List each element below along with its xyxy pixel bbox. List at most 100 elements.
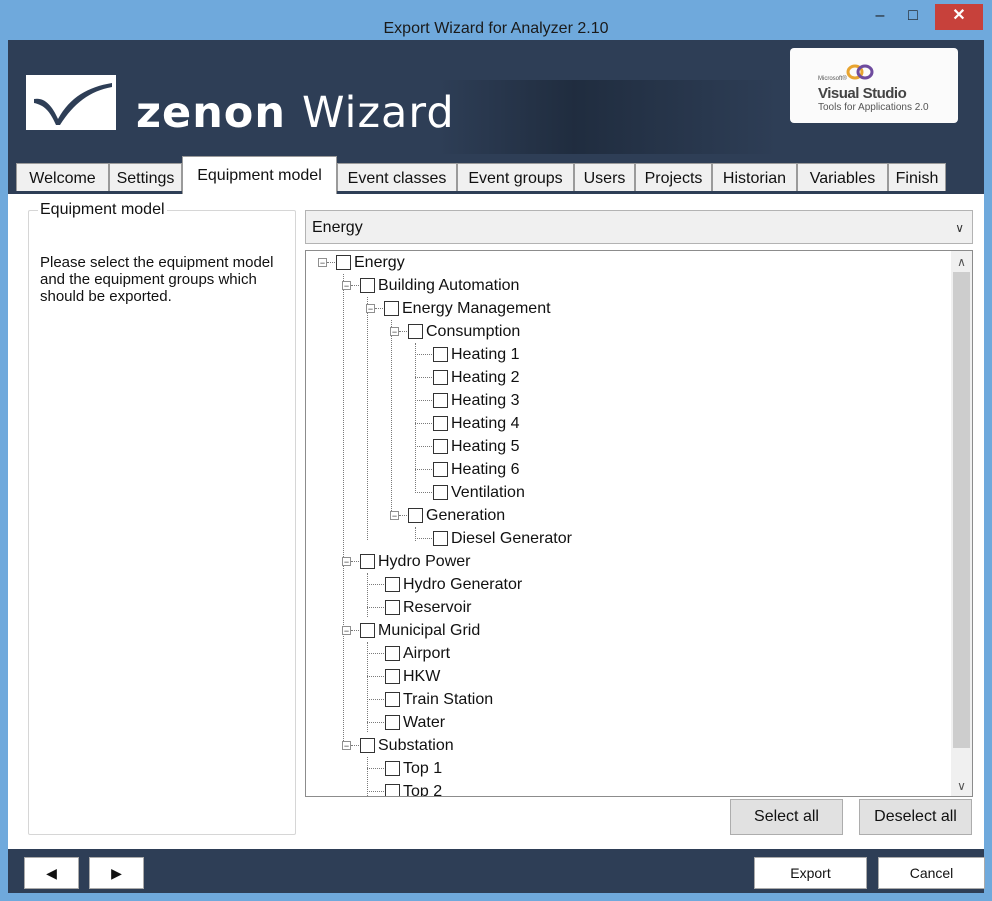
node-checkbox[interactable] — [433, 416, 448, 431]
node-checkbox[interactable] — [433, 531, 448, 546]
tab-historian[interactable]: Historian — [712, 163, 797, 191]
node-checkbox[interactable] — [360, 554, 375, 569]
equipment-model-dropdown[interactable]: Energy ∨ — [305, 210, 973, 244]
tree-node-heating-3[interactable]: Heating 3 — [306, 389, 946, 412]
close-icon: ✕ — [952, 7, 966, 24]
tree-node-heating-4[interactable]: Heating 4 — [306, 412, 946, 435]
node-checkbox[interactable] — [385, 692, 400, 707]
node-checkbox[interactable] — [408, 508, 423, 523]
node-checkbox[interactable] — [385, 600, 400, 615]
scrollbar-thumb[interactable] — [953, 272, 970, 748]
tree-connector — [375, 308, 383, 309]
tree-node-ventilation[interactable]: Ventilation — [306, 481, 946, 504]
tree-node-heating-2[interactable]: Heating 2 — [306, 366, 946, 389]
tree-node-hydro-generator[interactable]: Hydro Generator — [306, 573, 946, 596]
tree-node-energy[interactable]: − Energy — [306, 251, 946, 274]
equipment-tree[interactable]: − Energy − Building Automation − Energy … — [305, 250, 973, 797]
tab-variables[interactable]: Variables — [797, 163, 888, 191]
tree-scrollbar[interactable]: ∧ ∨ — [951, 251, 972, 796]
node-checkbox[interactable] — [360, 738, 375, 753]
node-label: Heating 6 — [451, 461, 520, 478]
tree-node-heating-5[interactable]: Heating 5 — [306, 435, 946, 458]
tree-node-heating-1[interactable]: Heating 1 — [306, 343, 946, 366]
tree-node-hydro-power[interactable]: − Hydro Power — [306, 550, 946, 573]
node-label: Top 1 — [403, 760, 443, 777]
tab-finish[interactable]: Finish — [888, 163, 946, 191]
collapse-icon[interactable]: − — [390, 327, 399, 337]
product-name-bold: zenon — [136, 88, 286, 138]
collapse-icon[interactable]: − — [390, 511, 399, 521]
node-label: Energy — [354, 254, 405, 271]
node-checkbox[interactable] — [433, 485, 448, 500]
tree-node-top-1[interactable]: Top 1 — [306, 757, 946, 780]
collapse-icon[interactable]: − — [366, 304, 375, 314]
node-checkbox[interactable] — [408, 324, 423, 339]
export-button[interactable]: Export — [754, 857, 867, 889]
tree-connector — [415, 377, 432, 378]
groupbox-description: Please select the equipment model and th… — [40, 254, 274, 305]
tab-welcome[interactable]: Welcome — [16, 163, 109, 191]
node-checkbox[interactable] — [360, 278, 375, 293]
close-button[interactable]: ✕ — [935, 4, 983, 30]
tree-connector — [415, 354, 432, 355]
minimize-button[interactable]: ‒ — [865, 4, 895, 30]
node-label: Ventilation — [451, 484, 525, 501]
tree-connector — [367, 607, 384, 608]
node-checkbox[interactable] — [384, 301, 399, 316]
select-all-button[interactable]: Select all — [730, 799, 843, 835]
tab-equipment-model[interactable]: Equipment model — [182, 156, 337, 194]
tab-event-groups[interactable]: Event groups — [457, 163, 574, 191]
tree-node-building-automation[interactable]: − Building Automation — [306, 274, 946, 297]
node-checkbox[interactable] — [433, 462, 448, 477]
node-checkbox[interactable] — [433, 439, 448, 454]
deselect-all-button[interactable]: Deselect all — [859, 799, 972, 835]
tab-settings[interactable]: Settings — [109, 163, 182, 191]
tree-connector — [367, 584, 384, 585]
node-checkbox[interactable] — [385, 715, 400, 730]
node-checkbox[interactable] — [385, 646, 400, 661]
node-checkbox[interactable] — [433, 347, 448, 362]
tree-node-municipal-grid[interactable]: − Municipal Grid — [306, 619, 946, 642]
node-checkbox[interactable] — [336, 255, 351, 270]
scroll-down-icon[interactable]: ∨ — [951, 776, 972, 796]
node-checkbox[interactable] — [385, 784, 400, 796]
maximize-icon: □ — [908, 7, 918, 24]
tree-connector — [351, 561, 359, 562]
tab-event-classes[interactable]: Event classes — [337, 163, 457, 191]
tree-node-water[interactable]: Water — [306, 711, 946, 734]
tree-connector — [415, 492, 432, 493]
tree-node-hkw[interactable]: HKW — [306, 665, 946, 688]
node-checkbox[interactable] — [433, 393, 448, 408]
node-checkbox[interactable] — [385, 761, 400, 776]
node-label: Train Station — [403, 691, 494, 708]
triangle-right-icon: ▶ — [111, 865, 122, 881]
cancel-button[interactable]: Cancel — [878, 857, 985, 889]
maximize-button[interactable]: □ — [897, 4, 929, 30]
tree-node-consumption[interactable]: − Consumption — [306, 320, 946, 343]
tree-node-airport[interactable]: Airport — [306, 642, 946, 665]
node-checkbox[interactable] — [385, 669, 400, 684]
tab-projects[interactable]: Projects — [635, 163, 712, 191]
minimize-icon: ‒ — [875, 7, 885, 24]
tree-node-diesel-generator[interactable]: Diesel Generator — [306, 527, 946, 550]
tab-users[interactable]: Users — [574, 163, 635, 191]
tree-node-top-2[interactable]: Top 2 — [306, 780, 946, 796]
tree-node-substation[interactable]: − Substation — [306, 734, 946, 757]
node-checkbox[interactable] — [385, 577, 400, 592]
collapse-icon[interactable]: − — [342, 626, 351, 636]
previous-button[interactable]: ◀ — [24, 857, 79, 889]
tree-node-train-station[interactable]: Train Station — [306, 688, 946, 711]
next-button[interactable]: ▶ — [89, 857, 144, 889]
tree-node-generation[interactable]: − Generation — [306, 504, 946, 527]
collapse-icon[interactable]: − — [342, 557, 351, 567]
tree-node-energy-management[interactable]: − Energy Management — [306, 297, 946, 320]
tree-node-reservoir[interactable]: Reservoir — [306, 596, 946, 619]
scroll-up-icon[interactable]: ∧ — [951, 251, 972, 271]
node-checkbox[interactable] — [360, 623, 375, 638]
collapse-icon[interactable]: − — [342, 281, 351, 291]
tree-node-heating-6[interactable]: Heating 6 — [306, 458, 946, 481]
collapse-icon[interactable]: − — [318, 258, 327, 268]
collapse-icon[interactable]: − — [342, 741, 351, 751]
node-checkbox[interactable] — [433, 370, 448, 385]
tree-connector — [415, 423, 432, 424]
